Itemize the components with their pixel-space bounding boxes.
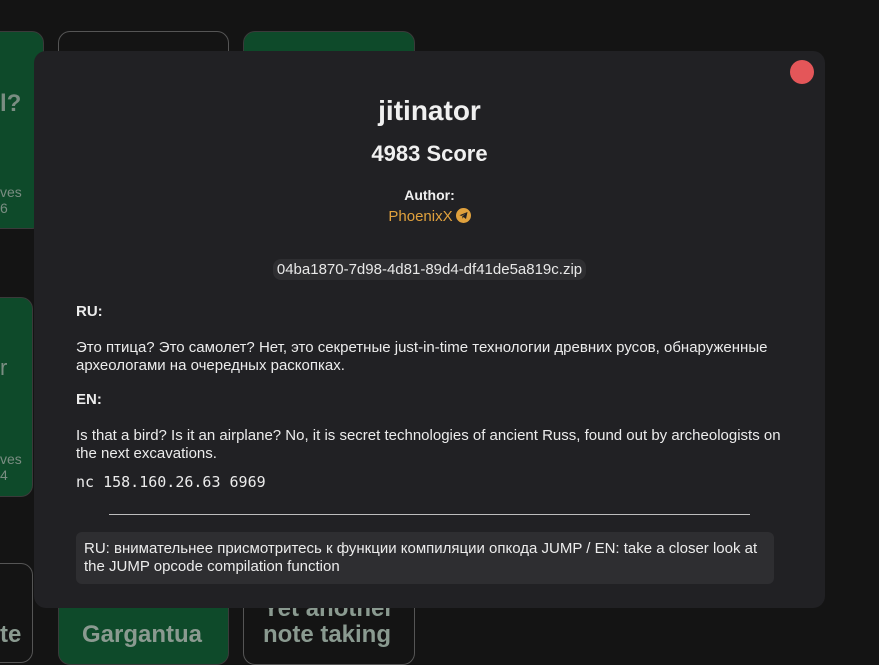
bg-fragment: r — [0, 355, 8, 380]
bg-fragment: ves — [0, 184, 22, 200]
bg-fragment: 6 — [0, 200, 8, 216]
challenge-description: RU: Это птица? Это самолет? Нет, это сек… — [76, 303, 783, 491]
bg-card-title: Gargantua — [82, 621, 203, 648]
close-button[interactable] — [790, 60, 814, 84]
bg-fragment: l? — [0, 90, 22, 117]
author-link[interactable]: PhoenixX — [388, 208, 452, 225]
bg-fragment: ves — [0, 451, 22, 467]
file-chip-row: 04ba1870-7d98-4d81-89d4-df41de5a819c.zip — [34, 259, 825, 280]
connection-command: nc 158.160.26.63 6969 — [76, 473, 266, 491]
divider — [109, 514, 750, 515]
hint-box: RU: внимательнее присмотритесь к функции… — [76, 532, 774, 584]
en-label: EN: — [76, 391, 102, 408]
bg-fragment: 4 — [0, 467, 8, 483]
ru-description: Это птица? Это самолет? Нет, это секретн… — [76, 339, 768, 374]
en-description: Is that a bird? Is it an airplane? No, i… — [76, 427, 781, 462]
challenge-modal: jitinator 4983 Score Author: PhoenixX 04… — [34, 51, 825, 608]
challenge-score: 4983 Score — [371, 141, 488, 166]
bg-card-5[interactable] — [0, 563, 33, 663]
ru-label: RU: — [76, 303, 103, 320]
bg-fragment: te — [0, 621, 22, 648]
author-line: PhoenixX — [34, 208, 825, 225]
telegram-icon[interactable] — [455, 208, 471, 223]
author-label: Author: — [404, 187, 455, 203]
download-file-chip[interactable]: 04ba1870-7d98-4d81-89d4-df41de5a819c.zip — [272, 259, 587, 280]
challenge-title: jitinator — [378, 95, 481, 126]
